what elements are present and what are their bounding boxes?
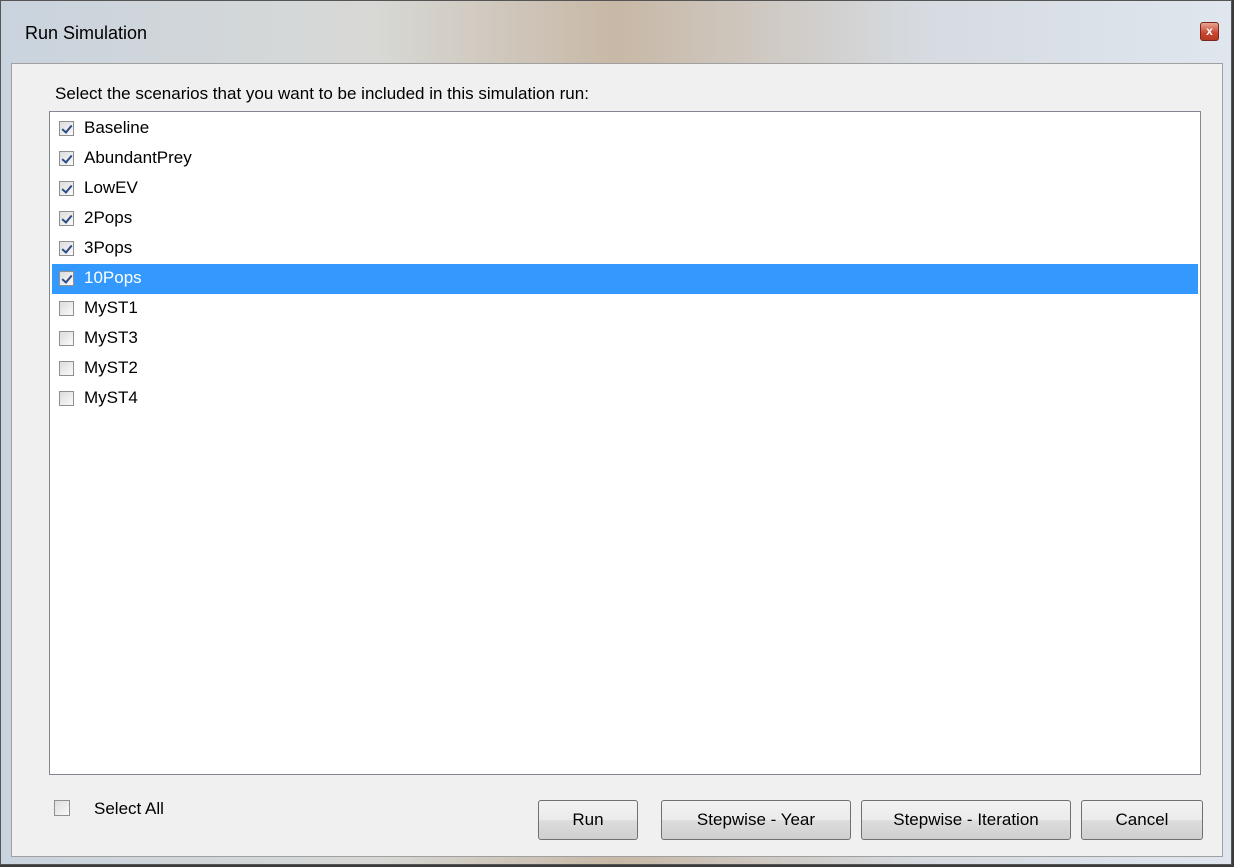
select-all-checkbox[interactable] <box>54 800 70 816</box>
run-button[interactable]: Run <box>538 800 638 840</box>
scenario-label: LowEV <box>84 178 138 197</box>
scenario-checkbox[interactable] <box>59 331 74 346</box>
scenario-item[interactable]: LowEV <box>52 174 1198 204</box>
scenario-label: Baseline <box>84 118 150 137</box>
scenario-item[interactable]: AbundantPrey <box>52 144 1198 174</box>
scenario-item[interactable]: 3Pops <box>52 234 1198 264</box>
scenario-checkbox[interactable] <box>59 271 74 286</box>
scenario-label: AbundantPrey <box>84 148 192 167</box>
scenario-label: 10Pops <box>84 268 142 287</box>
scenario-label: MyST4 <box>84 388 138 407</box>
stepwise-year-button[interactable]: Stepwise - Year <box>661 800 851 840</box>
close-icon[interactable]: x <box>1200 22 1219 41</box>
scenario-checkbox[interactable] <box>59 181 74 196</box>
scenario-item[interactable]: 10Pops <box>52 264 1198 294</box>
scenario-item[interactable]: MyST4 <box>52 384 1198 414</box>
run-simulation-dialog: Run Simulation x Select the scenarios th… <box>0 0 1232 865</box>
scenario-list[interactable]: Baseline AbundantPrey LowEV 2Pops 3Pops … <box>49 111 1201 775</box>
scenario-label: MyST1 <box>84 298 138 317</box>
scenario-label: 3Pops <box>84 238 133 257</box>
scenario-checkbox[interactable] <box>59 121 74 136</box>
scenario-label: MyST3 <box>84 328 138 347</box>
scenario-item[interactable]: MyST1 <box>52 294 1198 324</box>
scenario-checkbox[interactable] <box>59 241 74 256</box>
cancel-button[interactable]: Cancel <box>1081 800 1203 840</box>
scenario-item[interactable]: 2Pops <box>52 204 1198 234</box>
instruction-label: Select the scenarios that you want to be… <box>55 84 589 103</box>
title-bar[interactable]: Run Simulation x <box>1 1 1231 63</box>
scenario-label: 2Pops <box>84 208 133 227</box>
scenario-item[interactable]: Baseline <box>52 114 1198 144</box>
scenario-checkbox[interactable] <box>59 151 74 166</box>
dialog-body: Select the scenarios that you want to be… <box>11 63 1223 857</box>
scenario-checkbox[interactable] <box>59 211 74 226</box>
scenario-item[interactable]: MyST2 <box>52 354 1198 384</box>
scenario-item[interactable]: MyST3 <box>52 324 1198 354</box>
scenario-checkbox[interactable] <box>59 361 74 376</box>
stepwise-iteration-button[interactable]: Stepwise - Iteration <box>861 800 1071 840</box>
scenario-checkbox[interactable] <box>59 391 74 406</box>
select-all-label: Select All <box>94 799 164 818</box>
scenario-checkbox[interactable] <box>59 301 74 316</box>
window-title: Run Simulation <box>25 23 148 43</box>
scenario-label: MyST2 <box>84 358 138 377</box>
